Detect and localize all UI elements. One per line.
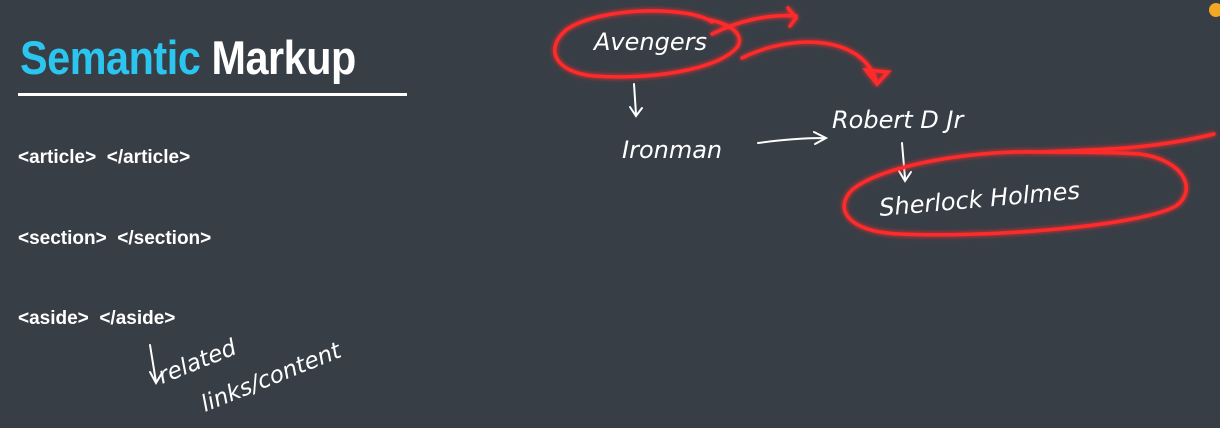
sherlock-label: Sherlock Holmes — [878, 177, 1081, 222]
ironman-label: Ironman — [622, 136, 722, 164]
avengers-to-ironman-arrow — [629, 83, 643, 118]
sherlock-flourish — [1038, 132, 1216, 154]
avengers-to-robert-red-arrow — [740, 40, 892, 87]
ironman-to-robert-arrow — [757, 131, 829, 145]
recording-indicator-icon — [1209, 3, 1220, 17]
robert-label: Robert D Jr — [832, 106, 965, 134]
avengers-flourish — [710, 6, 799, 36]
slide: Semantic Markup <article> </article> <se… — [0, 0, 1220, 428]
ink-annotations: related links/content Avengers Ironman R… — [149, 6, 1216, 418]
avengers-label: Avengers — [592, 28, 707, 56]
robert-to-sherlock-arrow — [898, 142, 912, 183]
